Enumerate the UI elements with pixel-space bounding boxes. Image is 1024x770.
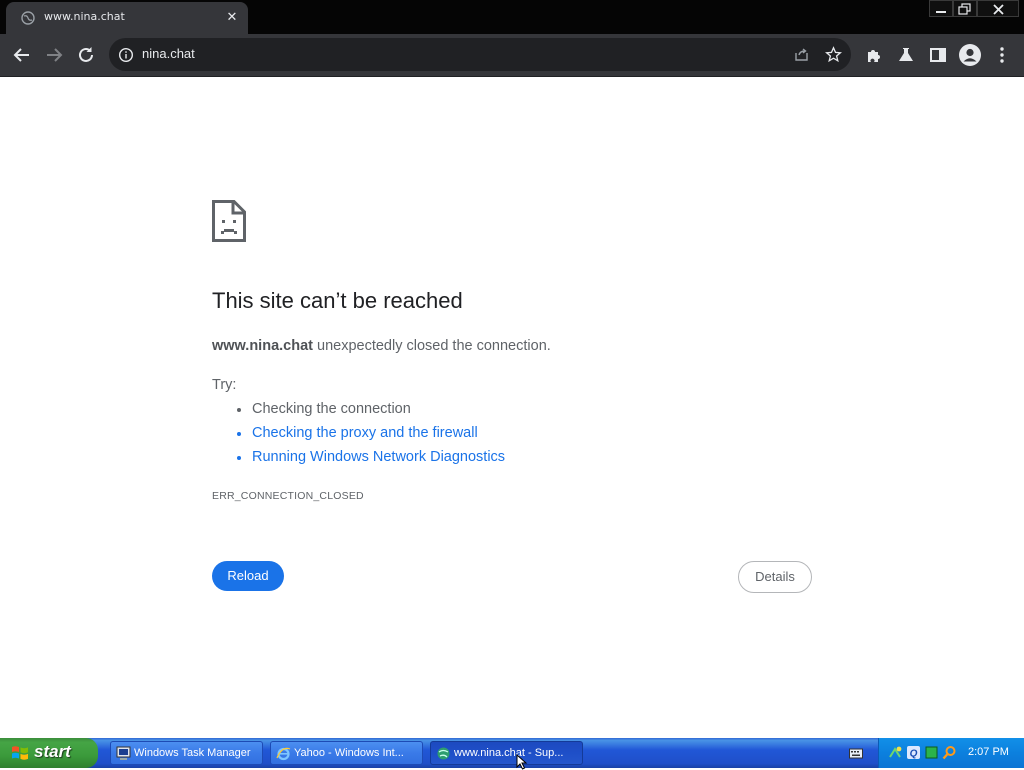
- reload-page-button[interactable]: [74, 43, 98, 67]
- flask-icon: [899, 48, 913, 61]
- system-tray: Q 2:07 PM: [878, 738, 1024, 768]
- try-label: Try:: [212, 377, 237, 393]
- svg-text:Q: Q: [910, 749, 918, 760]
- search-icon[interactable]: [942, 745, 957, 760]
- error-title: This site can’t be reached: [212, 288, 463, 313]
- arrow-right-icon: [47, 48, 63, 62]
- sad-page-icon: [212, 200, 246, 242]
- task-manager-icon: [116, 746, 131, 760]
- close-window-button[interactable]: [977, 0, 1019, 17]
- close-icon: [993, 4, 1004, 15]
- browser-app-icon: [437, 747, 450, 760]
- info-icon[interactable]: [118, 47, 134, 63]
- share-icon[interactable]: [793, 46, 810, 63]
- details-button[interactable]: Details: [738, 561, 812, 593]
- internet-explorer-icon: [276, 747, 291, 761]
- task-label: Windows Task Manager: [134, 747, 251, 759]
- menu-button[interactable]: [990, 43, 1014, 67]
- error-code: ERR_CONNECTION_CLOSED: [212, 490, 364, 502]
- clock: 2:07 PM: [968, 746, 1009, 758]
- error-page: This site can’t be reached www.nina.chat…: [0, 77, 1024, 738]
- back-button[interactable]: [10, 43, 34, 67]
- error-host: www.nina.chat: [212, 338, 313, 354]
- task-yahoo-ie[interactable]: Yahoo - Windows Int...: [270, 741, 423, 765]
- kebab-menu-icon: [1000, 47, 1004, 63]
- green-square-icon[interactable]: [924, 745, 939, 760]
- restore-icon: [958, 3, 971, 15]
- suggestion-proxy-firewall-link[interactable]: Checking the proxy and the firewall: [237, 425, 505, 449]
- profile-button[interactable]: [958, 43, 982, 67]
- task-nina-chat[interactable]: www.nina.chat - Sup...: [430, 741, 583, 765]
- avatar-icon: [959, 44, 981, 66]
- minimize-icon: [936, 11, 946, 13]
- browser-toolbar: nina.chat: [0, 34, 1024, 76]
- error-description: www.nina.chat unexpectedly closed the co…: [212, 338, 551, 354]
- tab-title: www.nina.chat: [44, 10, 125, 23]
- task-label: Yahoo - Windows Int...: [294, 747, 404, 759]
- browser-titlebar: www.nina.chat ✕: [0, 0, 1024, 34]
- reload-button[interactable]: Reload: [212, 561, 284, 591]
- tab-close-icon[interactable]: ✕: [224, 10, 240, 26]
- bookmark-star-icon[interactable]: [825, 46, 842, 63]
- suggestion-check-connection: Checking the connection: [237, 401, 505, 425]
- windows-logo-icon: [12, 746, 28, 760]
- start-label: start: [34, 742, 71, 761]
- extensions-button[interactable]: [862, 43, 886, 67]
- url-text[interactable]: nina.chat: [142, 46, 195, 61]
- globe-icon: [21, 11, 35, 25]
- forward-button[interactable]: [42, 43, 66, 67]
- start-button[interactable]: start: [0, 738, 98, 768]
- arrow-left-icon: [13, 48, 29, 62]
- side-panel-icon: [930, 48, 946, 62]
- minimize-button[interactable]: [929, 0, 953, 17]
- browser-tab[interactable]: www.nina.chat ✕: [6, 2, 248, 34]
- windows-taskbar: start Windows Task Manager Yahoo - Windo…: [0, 738, 1024, 768]
- keyboard-icon[interactable]: [849, 747, 863, 759]
- side-panel-button[interactable]: [926, 43, 950, 67]
- task-label: www.nina.chat - Sup...: [454, 747, 564, 759]
- refresh-icon: [79, 47, 93, 62]
- suggestion-network-diagnostics-link[interactable]: Running Windows Network Diagnostics: [237, 449, 505, 473]
- task-windows-task-manager[interactable]: Windows Task Manager: [110, 741, 263, 765]
- suggestion-list: Checking the connection Checking the pro…: [237, 401, 505, 473]
- network-icon[interactable]: [888, 745, 903, 760]
- puzzle-icon: [868, 50, 880, 62]
- address-bar[interactable]: nina.chat: [109, 38, 851, 71]
- qq-icon[interactable]: Q: [906, 745, 921, 760]
- restore-button[interactable]: [953, 0, 977, 17]
- error-message: unexpectedly closed the connection.: [312, 338, 551, 354]
- labs-button[interactable]: [894, 43, 918, 67]
